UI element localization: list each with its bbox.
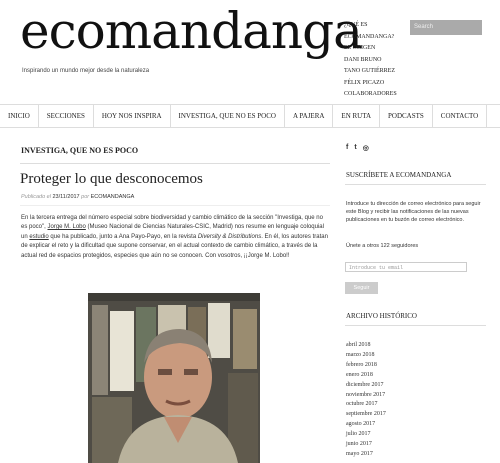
study-link[interactable]: estudio bbox=[29, 234, 48, 240]
nav-item-secciones[interactable]: SECCIONES bbox=[39, 105, 94, 127]
post-body: En la tercera entrega del número especia… bbox=[21, 214, 329, 261]
published-label: Publicado el bbox=[21, 194, 51, 200]
portrait-image bbox=[88, 293, 260, 463]
twitter-icon[interactable]: t bbox=[354, 144, 356, 152]
archive-link[interactable]: junio 2017 bbox=[346, 440, 386, 450]
instagram-icon[interactable]: ◎ bbox=[363, 144, 369, 152]
post-title[interactable]: Proteger lo que desconocemos bbox=[20, 171, 203, 188]
top-link-tano-gutierrez[interactable]: TANO GUTIÉRREZ bbox=[344, 66, 406, 78]
nav-item-contacto[interactable]: CONTACTO bbox=[433, 105, 488, 127]
social-icons: f t ◎ bbox=[346, 144, 369, 152]
archive-title: ARCHIVO HISTÓRICO bbox=[346, 312, 417, 320]
journal-name: Diversity & Distributions bbox=[197, 233, 262, 240]
subscribe-text: Introduce tu dirección de correo electró… bbox=[346, 201, 481, 223]
nav-divider-bottom bbox=[0, 127, 500, 128]
archive-link[interactable]: marzo 2018 bbox=[346, 351, 386, 361]
top-link-que-es[interactable]: ¿QUÉ ES ECOMANDANGA? bbox=[344, 20, 406, 43]
subscribe-title: SUSCRÍBETE A ECOMANDANGA bbox=[346, 171, 452, 179]
top-link-colaboradores[interactable]: COLABORADORES bbox=[344, 89, 406, 101]
subscribe-divider bbox=[345, 184, 486, 185]
email-input[interactable]: Introduce tu email bbox=[345, 262, 467, 272]
nav-item-inicio[interactable]: INICIO bbox=[0, 105, 39, 127]
archive-link[interactable]: agosto 2017 bbox=[346, 420, 386, 430]
category-title: INVESTIGA, QUE NO ES POCO bbox=[21, 146, 139, 155]
follow-button[interactable]: Seguir bbox=[345, 282, 378, 294]
author-link[interactable]: Jorge M. Lobo bbox=[47, 224, 85, 230]
nav-item-en-ruta[interactable]: EN RUTA bbox=[333, 105, 380, 127]
facebook-icon[interactable]: f bbox=[346, 144, 348, 152]
archive-link[interactable]: diciembre 2017 bbox=[346, 381, 386, 391]
archive-link[interactable]: septiembre 2017 bbox=[346, 410, 386, 420]
archive-link[interactable]: abril 2018 bbox=[346, 341, 386, 351]
site-tagline: Inspirando un mundo mejor desde la natur… bbox=[22, 68, 150, 74]
nav-item-investiga[interactable]: INVESTIGA, QUE NO ES POCO bbox=[171, 105, 285, 127]
by-label: por bbox=[81, 194, 90, 200]
post-meta: Publicado el 23/11/2017 por ECOMANDANGA bbox=[21, 194, 134, 200]
nav-item-podcasts[interactable]: PODCASTS bbox=[380, 105, 433, 127]
archive-link[interactable]: julio 2017 bbox=[346, 430, 386, 440]
archive-divider bbox=[345, 325, 486, 326]
archive-link[interactable]: octubre 2017 bbox=[346, 400, 386, 410]
category-divider bbox=[20, 163, 330, 164]
archive-link[interactable]: enero 2018 bbox=[346, 371, 386, 381]
archive-list: abril 2018 marzo 2018 febrero 2018 enero… bbox=[346, 341, 386, 460]
site-logo[interactable]: ecomandanga bbox=[20, 2, 363, 60]
nav-item-hoy-nos-inspira[interactable]: HOY NOS INSPIRA bbox=[94, 105, 171, 127]
search-input[interactable]: Search bbox=[410, 20, 482, 35]
archive-link[interactable]: noviembre 2017 bbox=[346, 391, 386, 401]
archive-link[interactable]: mayo 2017 bbox=[346, 450, 386, 460]
main-nav: INICIO SECCIONES HOY NOS INSPIRA INVESTI… bbox=[0, 105, 488, 127]
post-photo bbox=[88, 293, 260, 463]
meta-divider bbox=[20, 205, 330, 206]
top-link-felix-picazo[interactable]: FÉLIX PICAZO bbox=[344, 78, 406, 90]
nav-item-a-pajera[interactable]: A PAJERA bbox=[285, 105, 334, 127]
subscriber-count: Únete a otros 122 seguidores bbox=[346, 243, 419, 249]
post-author[interactable]: ECOMANDANGA bbox=[91, 194, 135, 200]
body-text: que ha publicado, junto a Ana Payo-Payo,… bbox=[50, 233, 197, 240]
top-link-dani-bruno[interactable]: DANI BRUNO bbox=[344, 55, 406, 67]
top-links: ¿QUÉ ES ECOMANDANGA? EL ORIGEN DANI BRUN… bbox=[344, 20, 406, 101]
post-date[interactable]: 23/11/2017 bbox=[53, 194, 80, 200]
archive-link[interactable]: febrero 2018 bbox=[346, 361, 386, 371]
top-link-origen[interactable]: EL ORIGEN bbox=[344, 43, 406, 55]
